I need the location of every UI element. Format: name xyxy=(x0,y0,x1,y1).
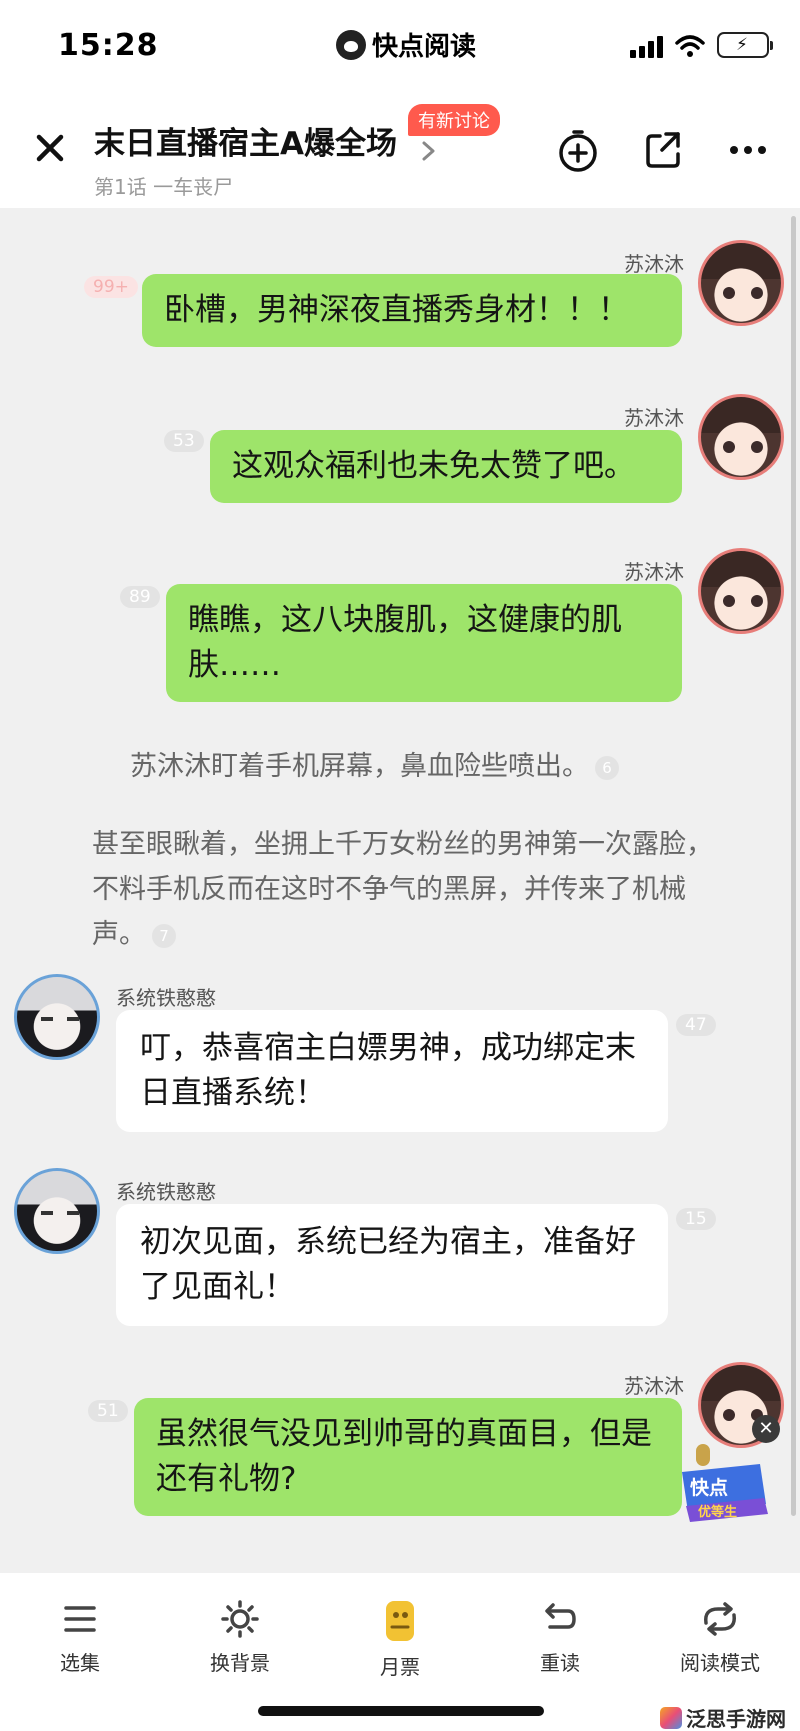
toolbar-label: 换背景 xyxy=(210,1651,270,1675)
watermark: 泛思手游网 xyxy=(660,1703,786,1731)
home-indicator[interactable] xyxy=(258,1706,544,1716)
status-bar: 15:28 快点阅读 ⚡ xyxy=(0,0,800,92)
status-time: 15:28 xyxy=(58,28,159,63)
signal-icon xyxy=(630,34,663,58)
chevron-right-icon[interactable] xyxy=(420,140,438,162)
mode-icon xyxy=(704,1602,736,1636)
reread-icon xyxy=(545,1603,576,1629)
more-icon[interactable] xyxy=(724,126,772,174)
narration-body: 甚至眼瞅着，坐拥上千万女粉丝的男神第一次露脸，不料手机反而在这时不争气的黑屏，并… xyxy=(92,829,713,950)
new-discussion-badge[interactable]: 有新讨论 xyxy=(408,104,500,136)
paw-icon xyxy=(336,29,366,60)
comment-count[interactable]: 47 xyxy=(676,1014,716,1036)
toolbar-item-reading-mode[interactable]: 阅读模式 xyxy=(660,1599,780,1676)
toolbar-label: 月票 xyxy=(380,1655,420,1679)
comment-count[interactable]: 7 xyxy=(152,923,176,948)
share-icon[interactable] xyxy=(640,126,688,174)
vip-badge-line1: 快点 xyxy=(690,1476,728,1499)
sender-name: 苏沐沐 xyxy=(624,1374,684,1398)
scrollbar[interactable] xyxy=(791,216,796,1516)
comment-count[interactable]: 51 xyxy=(88,1400,128,1422)
close-icon[interactable] xyxy=(30,128,70,168)
vip-badge-line2: 优等生 xyxy=(698,1504,737,1520)
title-block[interactable]: 末日直播宿主A爆全场 第1话 一车丧尸 xyxy=(94,118,397,200)
chat-area[interactable]: 苏沐沐 99+ 卧槽，男神深夜直播秀身材！！！ 苏沐沐 53 这观众福利也未免太… xyxy=(0,208,800,1573)
chat-bubble[interactable]: 初次见面，系统已经为宿主，准备好了见面礼！ xyxy=(116,1204,668,1326)
ticket-icon xyxy=(386,1601,414,1641)
wifi-icon xyxy=(675,35,705,57)
chat-bubble[interactable]: 这观众福利也未免太赞了吧。 xyxy=(210,430,682,503)
narration-text: 甚至眼瞅着，坐拥上千万女粉丝的男神第一次露脸，不料手机反而在这时不争气的黑屏，并… xyxy=(92,822,732,957)
add-bookshelf-icon[interactable] xyxy=(554,126,602,174)
sender-name: 系统铁憨憨 xyxy=(116,1180,216,1204)
watermark-logo-icon xyxy=(660,1706,682,1729)
sender-name: 苏沐沐 xyxy=(624,252,684,276)
avatar[interactable] xyxy=(698,548,784,634)
comment-count[interactable]: 89 xyxy=(120,586,160,608)
chapter-subtitle: 第1话 一车丧尸 xyxy=(94,175,234,199)
comment-count[interactable]: 53 xyxy=(164,430,204,452)
book-title: 末日直播宿主A爆全场 xyxy=(94,126,397,162)
toolbar-item-chapters[interactable]: 选集 xyxy=(20,1599,140,1676)
list-icon xyxy=(64,1606,96,1632)
toolbar-item-monthly-ticket[interactable]: 月票 xyxy=(340,1599,460,1680)
toolbar-label: 阅读模式 xyxy=(680,1651,760,1675)
toolbar-label: 选集 xyxy=(60,1651,100,1675)
sender-name: 苏沐沐 xyxy=(624,560,684,584)
chat-bubble[interactable]: 虽然很气没见到帅哥的真面目，但是还有礼物? xyxy=(134,1398,682,1516)
vip-badge-icon[interactable]: 快点 优等生 xyxy=(676,1442,772,1526)
chat-bubble[interactable]: 瞧瞧，这八块腹肌，这健康的肌肤…… xyxy=(166,584,682,702)
avatar[interactable] xyxy=(14,1168,100,1254)
sender-name: 苏沐沐 xyxy=(624,406,684,430)
avatar[interactable] xyxy=(698,394,784,480)
narration-text: 苏沐沐盯着手机屏幕，鼻血险些喷出。 6 xyxy=(130,744,690,789)
battery-icon: ⚡ xyxy=(717,32,773,58)
close-badge-icon[interactable]: ✕ xyxy=(752,1415,780,1443)
sun-icon xyxy=(221,1600,259,1638)
status-indicators: ⚡ xyxy=(630,32,773,58)
chat-bubble[interactable]: 卧槽，男神深夜直播秀身材！！！ xyxy=(142,274,682,347)
reader-header: 末日直播宿主A爆全场 第1话 一车丧尸 有新讨论 xyxy=(0,92,800,208)
watermark-text: 泛思手游网 xyxy=(686,1707,786,1731)
comment-count[interactable]: 99+ xyxy=(84,276,138,298)
toolbar-item-background[interactable]: 换背景 xyxy=(180,1599,300,1676)
status-app-indicator: 快点阅读 xyxy=(336,26,476,63)
comment-count[interactable]: 6 xyxy=(595,755,619,780)
comment-count[interactable]: 15 xyxy=(676,1208,716,1230)
avatar[interactable] xyxy=(14,974,100,1060)
toolbar-label: 重读 xyxy=(540,1651,580,1675)
chat-bubble[interactable]: 叮，恭喜宿主白嫖男神，成功绑定末日直播系统！ xyxy=(116,1010,668,1132)
sender-name: 系统铁憨憨 xyxy=(116,986,216,1010)
narration-body: 苏沐沐盯着手机屏幕，鼻血险些喷出。 xyxy=(130,751,589,782)
avatar[interactable] xyxy=(698,240,784,326)
toolbar-item-reread[interactable]: 重读 xyxy=(500,1599,620,1676)
status-app-name: 快点阅读 xyxy=(372,32,477,62)
